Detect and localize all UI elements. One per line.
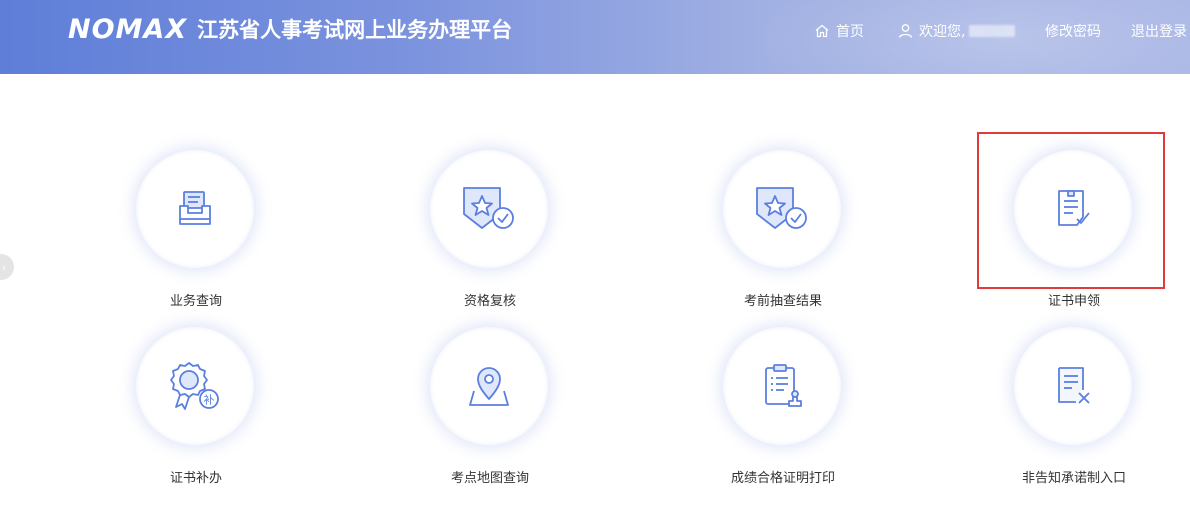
tile-icon-circle — [430, 150, 548, 268]
tile-label: 业务查询 — [169, 294, 222, 309]
nav-home-label: 首页 — [836, 24, 864, 40]
svg-text:补: 补 — [204, 394, 215, 407]
tile-icon-circle — [430, 327, 548, 445]
tile-score-certificate-print[interactable]: 成绩合格证明打印 — [683, 327, 883, 487]
document-x-icon — [1058, 367, 1090, 404]
tile-non-notification-entry[interactable]: 非告知承诺制入口 — [974, 327, 1174, 487]
tile-icon-circle — [1014, 327, 1132, 445]
clipboard-stamp-icon — [765, 364, 802, 407]
logo-mark: NOMAX — [68, 13, 188, 45]
tile-icon-circle — [723, 150, 841, 268]
highlight-box — [977, 132, 1165, 289]
tile-label: 非告知承诺制入口 — [1021, 471, 1126, 486]
map-pin-icon — [469, 367, 509, 406]
tile-icon-circle — [723, 327, 841, 445]
nav-home-link[interactable]: 首页 — [814, 20, 864, 42]
user-icon — [898, 24, 913, 38]
tile-icon-circle: 补 — [136, 327, 254, 445]
tile-label: 证书申领 — [1047, 294, 1100, 309]
star-shield-check-icon — [756, 187, 807, 229]
badge-supplement-icon: 补 — [170, 362, 219, 410]
tile-precheck-result[interactable]: 考前抽查结果 — [683, 150, 883, 310]
change-password-link[interactable]: 修改密码 — [1045, 20, 1101, 42]
logout-link[interactable]: 退出登录 — [1131, 20, 1187, 42]
sidebar-toggle-button[interactable]: ‹ — [0, 254, 14, 280]
star-shield-check-icon — [463, 187, 514, 229]
username-redacted — [969, 25, 1016, 37]
tile-label: 成绩合格证明打印 — [730, 471, 835, 486]
tile-qualification-review[interactable]: 资格复核 — [390, 150, 590, 310]
tile-label: 考前抽查结果 — [743, 294, 822, 309]
tile-label: 资格复核 — [463, 294, 516, 309]
page-title: 江苏省人事考试网上业务办理平台 — [197, 18, 513, 42]
nav-welcome: 欢迎您, — [898, 20, 1016, 42]
welcome-text: 欢迎您, — [919, 24, 966, 40]
tile-certificate-reissue[interactable]: 补 证书补办 — [96, 327, 296, 487]
tile-icon-circle — [136, 150, 254, 268]
tile-label: 考点地图查询 — [450, 471, 529, 486]
top-header: NOMAX 江苏省人事考试网上业务办理平台 首页 欢迎您, 修改密码 退出登录 — [0, 0, 1190, 74]
home-icon — [815, 24, 829, 38]
tile-exam-site-map[interactable]: 考点地图查询 — [390, 327, 590, 487]
chevron-left-icon: ‹ — [1, 260, 7, 274]
logo[interactable]: NOMAX 江苏省人事考试网上业务办理平台 — [68, 12, 512, 46]
tile-business-query[interactable]: 业务查询 — [96, 150, 296, 310]
change-password-label: 修改密码 — [1045, 24, 1101, 40]
tile-label: 证书补办 — [169, 471, 222, 486]
inbox-tray-icon — [179, 191, 211, 225]
logout-label: 退出登录 — [1131, 24, 1187, 40]
